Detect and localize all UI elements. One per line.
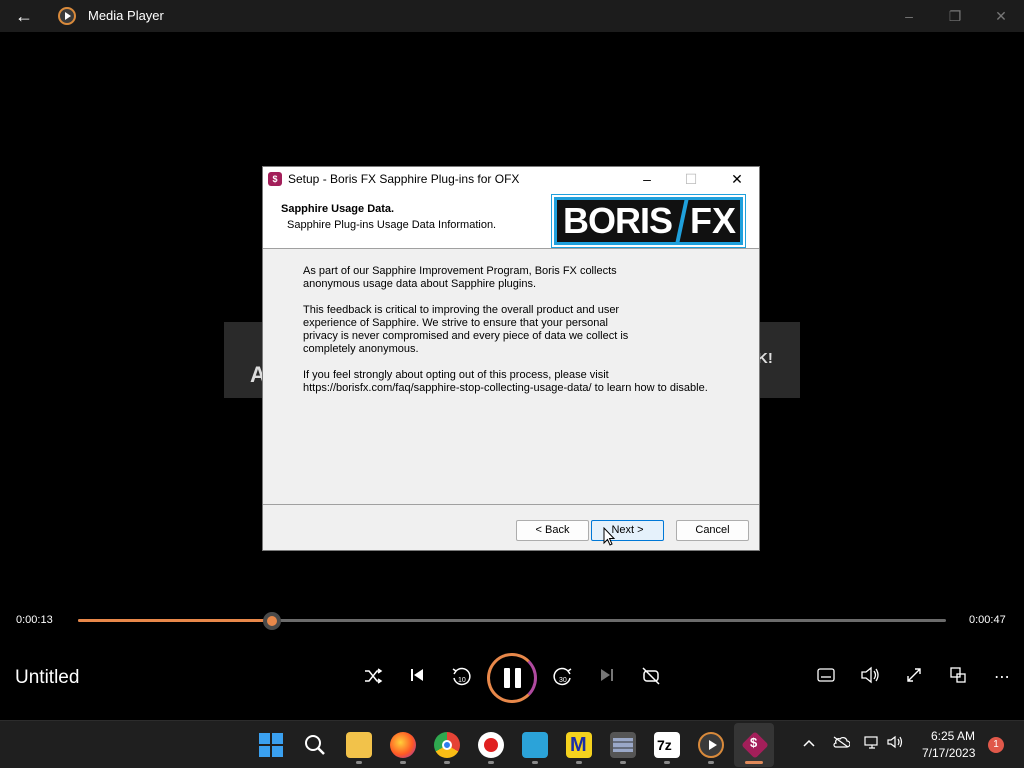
shuffle-icon[interactable] xyxy=(361,666,385,690)
running-indicator xyxy=(708,761,714,764)
running-indicator xyxy=(576,761,582,764)
app-m-icon[interactable]: M xyxy=(566,732,592,758)
running-indicator xyxy=(356,761,362,764)
running-indicator xyxy=(488,761,494,764)
media-player-titlebar: ← Media Player – ❐ ✕ xyxy=(0,0,1024,32)
back-button[interactable]: < Back xyxy=(516,520,589,541)
logo-text-fx: FX xyxy=(690,200,737,241)
media-player-taskbar-icon[interactable] xyxy=(698,732,724,758)
file-explorer-icon[interactable] xyxy=(346,732,372,758)
pause-icon xyxy=(503,668,510,688)
current-time: 0:00:13 xyxy=(16,614,53,626)
body-paragraph: This feedback is critical to improving t… xyxy=(303,304,629,355)
body-paragraph: If you feel strongly about opting out of… xyxy=(303,369,708,394)
7zip-icon[interactable]: 7z xyxy=(654,732,680,758)
notepad-icon[interactable] xyxy=(522,732,548,758)
rewind-label: 10 xyxy=(458,677,466,684)
repeat-icon[interactable] xyxy=(639,666,663,690)
search-icon[interactable] xyxy=(302,732,328,758)
dialog-divider xyxy=(263,504,759,505)
taskbar: M 7z $ 6:25 AM 7/17/2023 1 xyxy=(0,720,1024,768)
notification-badge[interactable]: 1 xyxy=(988,737,1004,753)
media-title: Untitled xyxy=(15,667,80,688)
tray-volume-icon[interactable] xyxy=(887,735,903,752)
body-paragraph: As part of our Sapphire Improvement Prog… xyxy=(303,265,617,290)
network-icon[interactable] xyxy=(864,735,880,752)
previous-icon[interactable] xyxy=(405,666,429,690)
rewind-10-icon[interactable]: 10 xyxy=(449,666,473,690)
running-indicator xyxy=(400,761,406,764)
clock-time[interactable]: 6:25 AM xyxy=(931,729,975,743)
running-indicator xyxy=(664,761,670,764)
setup-dialog: $ Setup - Boris FX Sapphire Plug-ins for… xyxy=(262,166,760,551)
clock-date[interactable]: 7/17/2023 xyxy=(922,746,975,760)
firefox-icon[interactable] xyxy=(390,732,416,758)
miniplayer-icon[interactable] xyxy=(946,666,970,690)
start-icon[interactable] xyxy=(258,732,284,758)
more-options-icon[interactable]: ⋯ xyxy=(990,666,1014,690)
recorder-icon[interactable] xyxy=(478,732,504,758)
dialog-maximize-button: ☐ xyxy=(684,171,698,187)
dialog-minimize-button[interactable]: – xyxy=(625,167,669,191)
app-title: Media Player xyxy=(88,8,164,23)
header-subtitle: Sapphire Plug-ins Usage Data Information… xyxy=(287,219,497,231)
running-indicator xyxy=(620,761,626,764)
screen: ← Media Player – ❐ ✕ A K! $ Setup - Bori… xyxy=(0,0,1024,768)
onedrive-icon[interactable] xyxy=(832,735,851,751)
dialog-header: Sapphire Usage Data. Sapphire Plug-ins U… xyxy=(263,191,759,249)
forward-30-icon[interactable]: 30 xyxy=(551,666,575,690)
dialog-close-button[interactable]: ✕ xyxy=(715,167,759,191)
captions-icon[interactable] xyxy=(814,666,838,690)
dialog-title: Setup - Boris FX Sapphire Plug-ins for O… xyxy=(288,172,520,186)
dialog-body: As part of our Sapphire Improvement Prog… xyxy=(303,265,743,408)
cancel-button[interactable]: Cancel xyxy=(676,520,749,541)
video-editor-icon[interactable] xyxy=(610,732,636,758)
dialog-titlebar[interactable]: $ Setup - Boris FX Sapphire Plug-ins for… xyxy=(263,167,759,191)
fullscreen-icon[interactable] xyxy=(902,666,926,690)
seek-thumb[interactable] xyxy=(263,612,282,630)
maximize-button[interactable]: ❐ xyxy=(932,0,978,32)
sapphire-app-icon: $ xyxy=(268,172,282,186)
tray-chevron-icon[interactable] xyxy=(803,735,815,751)
running-indicator xyxy=(444,761,450,764)
pause-button[interactable] xyxy=(487,653,537,703)
seek-bar[interactable] xyxy=(78,619,946,622)
minimize-button[interactable]: – xyxy=(886,0,932,32)
sapphire-dollar-glyph: $ xyxy=(750,735,758,750)
volume-icon[interactable] xyxy=(858,666,882,690)
next-button[interactable]: Next > xyxy=(591,520,664,541)
logo-text-boris: BORIS xyxy=(563,200,673,241)
borisfx-logo: BORIS FX xyxy=(551,194,746,248)
mouse-cursor-icon xyxy=(603,527,616,546)
active-indicator xyxy=(745,761,763,764)
next-track-icon[interactable] xyxy=(595,666,619,690)
chrome-icon[interactable] xyxy=(434,732,460,758)
total-time: 0:00:47 xyxy=(969,614,1006,626)
close-button[interactable]: ✕ xyxy=(978,0,1024,32)
running-indicator xyxy=(532,761,538,764)
forward-label: 30 xyxy=(559,677,567,684)
header-title: Sapphire Usage Data. xyxy=(281,203,395,215)
seek-bar-progress xyxy=(78,619,273,622)
media-player-app-icon xyxy=(58,7,76,25)
back-arrow-icon[interactable]: ← xyxy=(12,6,36,26)
pause-icon-bar xyxy=(514,668,521,688)
